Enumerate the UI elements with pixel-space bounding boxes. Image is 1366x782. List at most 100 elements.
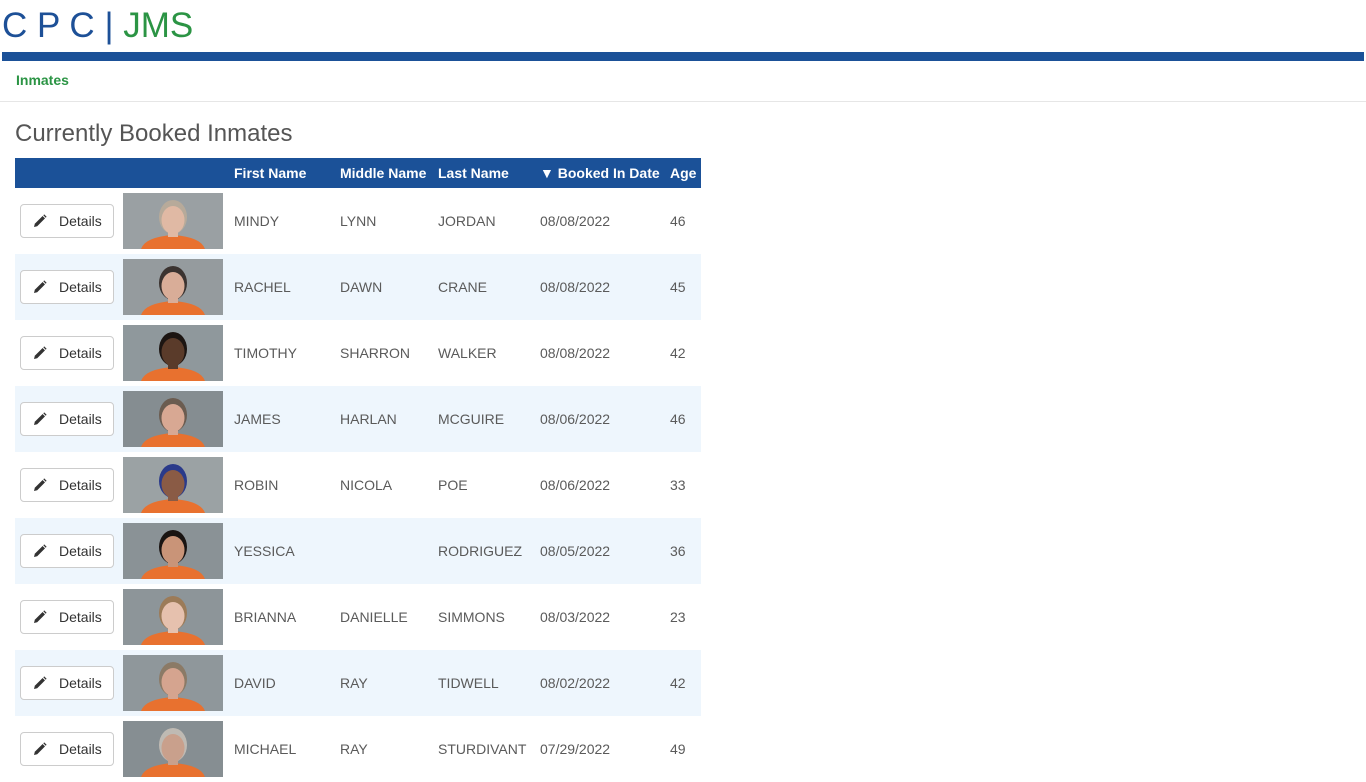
middle-name-cell: SHARRON (340, 345, 411, 361)
details-button-label: Details (59, 741, 102, 757)
last-name-cell: STURDIVANT (438, 741, 527, 757)
age-cell: 45 (670, 279, 686, 295)
details-button[interactable]: Details (20, 468, 114, 502)
actions-cell: Details (15, 254, 119, 320)
table-row: Details MICHAEL RAY STURDIVANT 07/29/2022 49 (15, 716, 701, 782)
age-cell: 23 (670, 609, 686, 625)
age-cell: 42 (670, 345, 686, 361)
pencil-icon (34, 280, 47, 293)
header-first-name[interactable]: First Name (226, 158, 332, 188)
last-name-cell: RODRIGUEZ (438, 543, 522, 559)
table-row: Details YESSICA RODRIGUEZ 08/05/2022 36 (15, 518, 701, 584)
inmate-photo (123, 589, 223, 645)
booked-in-date-cell: 08/08/2022 (540, 345, 611, 361)
actions-cell: Details (15, 650, 119, 716)
photo-cell (119, 452, 226, 518)
photo-cell (119, 716, 226, 782)
details-button[interactable]: Details (20, 600, 114, 634)
age-cell: 36 (670, 543, 686, 559)
photo-cell (119, 518, 226, 584)
details-button-label: Details (59, 609, 102, 625)
details-button[interactable]: Details (20, 336, 114, 370)
details-button[interactable]: Details (20, 534, 114, 568)
booked-in-date-cell: 08/02/2022 (540, 675, 611, 691)
last-name-cell: CRANE (438, 279, 488, 295)
first-name-cell: JAMES (234, 411, 281, 427)
details-button-label: Details (59, 477, 102, 493)
actions-cell: Details (15, 386, 119, 452)
photo-cell (119, 254, 226, 320)
table-row: Details JAMES HARLAN MCGUIRE 08/06/2022 46 (15, 386, 701, 452)
nav-link-inmates[interactable]: Inmates (16, 72, 69, 88)
last-name-cell: WALKER (438, 345, 497, 361)
booked-in-date-cell: 08/05/2022 (540, 543, 611, 559)
first-name-cell: MINDY (234, 213, 280, 229)
header-age[interactable]: Age (662, 158, 701, 188)
middle-name-cell: HARLAN (340, 411, 397, 427)
pencil-icon (34, 478, 47, 491)
table-body: Details MINDY LYNN JORDAN 08/08/2022 46 Detail… (15, 188, 701, 782)
age-cell: 49 (670, 741, 686, 757)
booked-in-date-cell: 08/03/2022 (540, 609, 611, 625)
last-name-cell: MCGUIRE (438, 411, 505, 427)
inmate-photo (123, 655, 223, 711)
header-middle-name[interactable]: Middle Name (332, 158, 430, 188)
logo-separator: | (94, 6, 124, 45)
header-booked-in-date[interactable]: ▼ Booked In Date (532, 158, 662, 188)
details-button[interactable]: Details (20, 666, 114, 700)
actions-cell: Details (15, 320, 119, 386)
last-name-cell: SIMMONS (438, 609, 505, 625)
page-title: Currently Booked Inmates (15, 120, 293, 147)
photo-cell (119, 386, 226, 452)
middle-name-cell: RAY (340, 741, 368, 757)
inmate-photo (123, 721, 223, 777)
inmate-photo (123, 391, 223, 447)
table-row: Details ROBIN NICOLA POE 08/06/2022 33 (15, 452, 701, 518)
table-row: Details MINDY LYNN JORDAN 08/08/2022 46 (15, 188, 701, 254)
inmate-photo (123, 523, 223, 579)
details-button-label: Details (59, 213, 102, 229)
booked-in-date-cell: 08/06/2022 (540, 411, 611, 427)
details-button[interactable]: Details (20, 732, 114, 766)
details-button-label: Details (59, 543, 102, 559)
logo-jms: JMS (123, 6, 194, 45)
first-name-cell: RACHEL (234, 279, 291, 295)
header-actions (15, 158, 119, 188)
table-header: First Name Middle Name Last Name ▼ Booke… (15, 158, 701, 188)
details-button[interactable]: Details (20, 204, 114, 238)
header-bar (2, 52, 1364, 61)
age-cell: 33 (670, 477, 686, 493)
details-button-label: Details (59, 345, 102, 361)
site-logo[interactable]: C P C | JMS (2, 6, 193, 46)
first-name-cell: MICHAEL (234, 741, 297, 757)
pencil-icon (34, 412, 47, 425)
actions-cell: Details (15, 716, 119, 782)
details-button-label: Details (59, 411, 102, 427)
first-name-cell: ROBIN (234, 477, 279, 493)
inmate-photo (123, 325, 223, 381)
inmate-photo (123, 457, 223, 513)
pencil-icon (34, 742, 47, 755)
inmates-table: First Name Middle Name Last Name ▼ Booke… (15, 158, 701, 782)
table-row: Details DAVID RAY TIDWELL 08/02/2022 42 (15, 650, 701, 716)
middle-name-cell: DANIELLE (340, 609, 408, 625)
header-photo (119, 158, 226, 188)
last-name-cell: JORDAN (438, 213, 496, 229)
header-last-name[interactable]: Last Name (430, 158, 532, 188)
middle-name-cell: NICOLA (340, 477, 393, 493)
photo-cell (119, 188, 226, 254)
nav-bar: Inmates (0, 62, 1366, 102)
photo-cell (119, 320, 226, 386)
age-cell: 46 (670, 213, 686, 229)
site-header: C P C | JMS (0, 0, 1366, 62)
details-button[interactable]: Details (20, 402, 114, 436)
actions-cell: Details (15, 518, 119, 584)
table-row: Details BRIANNA DANIELLE SIMMONS 08/03/2022 2… (15, 584, 701, 650)
middle-name-cell (332, 518, 430, 584)
pencil-icon (34, 676, 47, 689)
actions-cell: Details (15, 188, 119, 254)
middle-name-cell: DAWN (340, 279, 383, 295)
details-button[interactable]: Details (20, 270, 114, 304)
inmate-photo (123, 259, 223, 315)
table-row: Details TIMOTHY SHARRON WALKER 08/08/2022 42 (15, 320, 701, 386)
